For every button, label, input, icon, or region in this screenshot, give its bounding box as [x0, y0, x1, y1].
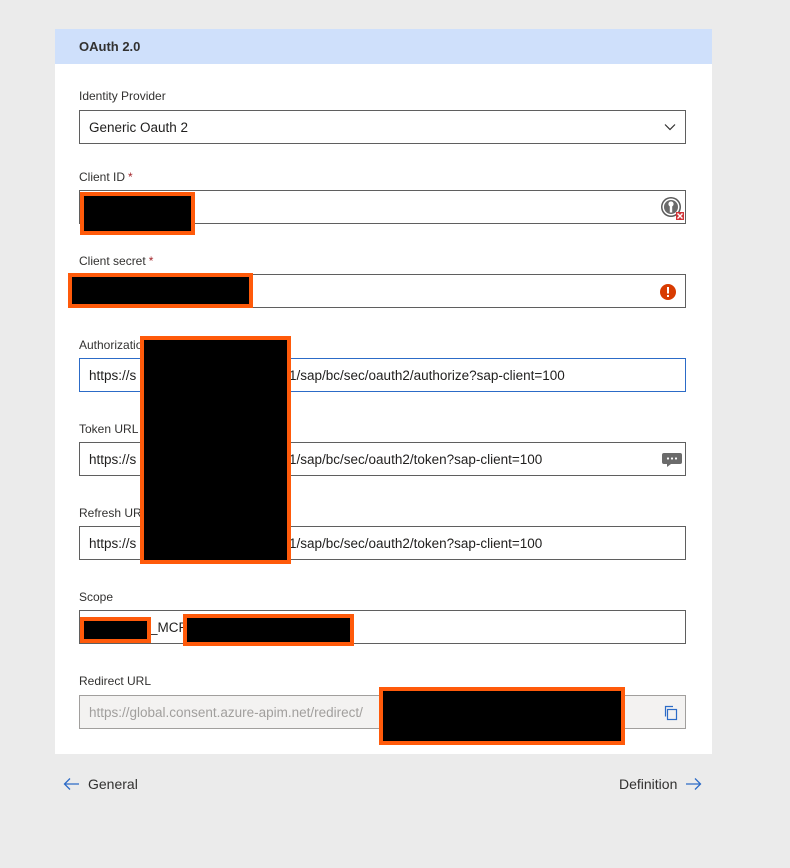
arrow-left-icon: [63, 778, 79, 790]
token-url-suffix: 1/sap/bc/sec/oauth2/token?sap-client=100: [289, 452, 543, 467]
scope-value: _MCP: [150, 620, 188, 635]
next-nav-button[interactable]: Definition: [619, 776, 702, 792]
client-secret-label: Client secret *: [79, 254, 154, 268]
redaction-box: [80, 617, 151, 643]
redaction-box: [80, 192, 195, 235]
section-header: OAuth 2.0: [55, 29, 712, 64]
identity-provider-dropdown[interactable]: Generic Oauth 2: [79, 110, 686, 144]
identity-provider-value: Generic Oauth 2: [89, 120, 189, 135]
authorization-url-label: Authorizatio: [79, 338, 143, 352]
comment-icon[interactable]: [661, 452, 683, 468]
key-error-icon[interactable]: [660, 196, 684, 220]
redirect-url-value: https://global.consent.azure-apim.net/re…: [89, 705, 363, 720]
redaction-box: [183, 614, 354, 646]
refresh-url-suffix: 1/sap/bc/sec/oauth2/token?sap-client=100: [289, 536, 543, 551]
arrow-right-icon: [686, 778, 702, 790]
token-url-label: Token URL*: [79, 422, 146, 436]
back-nav-label: General: [88, 776, 138, 792]
redaction-box: [379, 687, 625, 745]
scope-label: Scope: [79, 590, 114, 604]
refresh-url-label: Refresh URL: [79, 506, 149, 520]
identity-provider-label: Identity Provider: [79, 89, 166, 103]
copy-icon[interactable]: [663, 705, 679, 721]
refresh-url-prefix: https://s: [89, 536, 137, 551]
scope-input[interactable]: _MCP: [79, 610, 686, 644]
section-title: OAuth 2.0: [79, 39, 141, 54]
chevron-down-icon: [664, 124, 676, 131]
redaction-box: [140, 336, 291, 564]
redaction-box: [68, 273, 253, 308]
back-nav-button[interactable]: General: [63, 776, 138, 792]
authorization-url-suffix: 1/sap/bc/sec/oauth2/authorize?sap-client…: [289, 368, 565, 383]
client-id-label: Client ID *: [79, 170, 133, 184]
token-url-prefix: https://s: [89, 452, 137, 467]
next-nav-label: Definition: [619, 776, 678, 792]
error-icon: [660, 284, 676, 300]
authorization-url-prefix: https://s: [89, 368, 137, 383]
redirect-url-label: Redirect URL: [79, 674, 152, 688]
